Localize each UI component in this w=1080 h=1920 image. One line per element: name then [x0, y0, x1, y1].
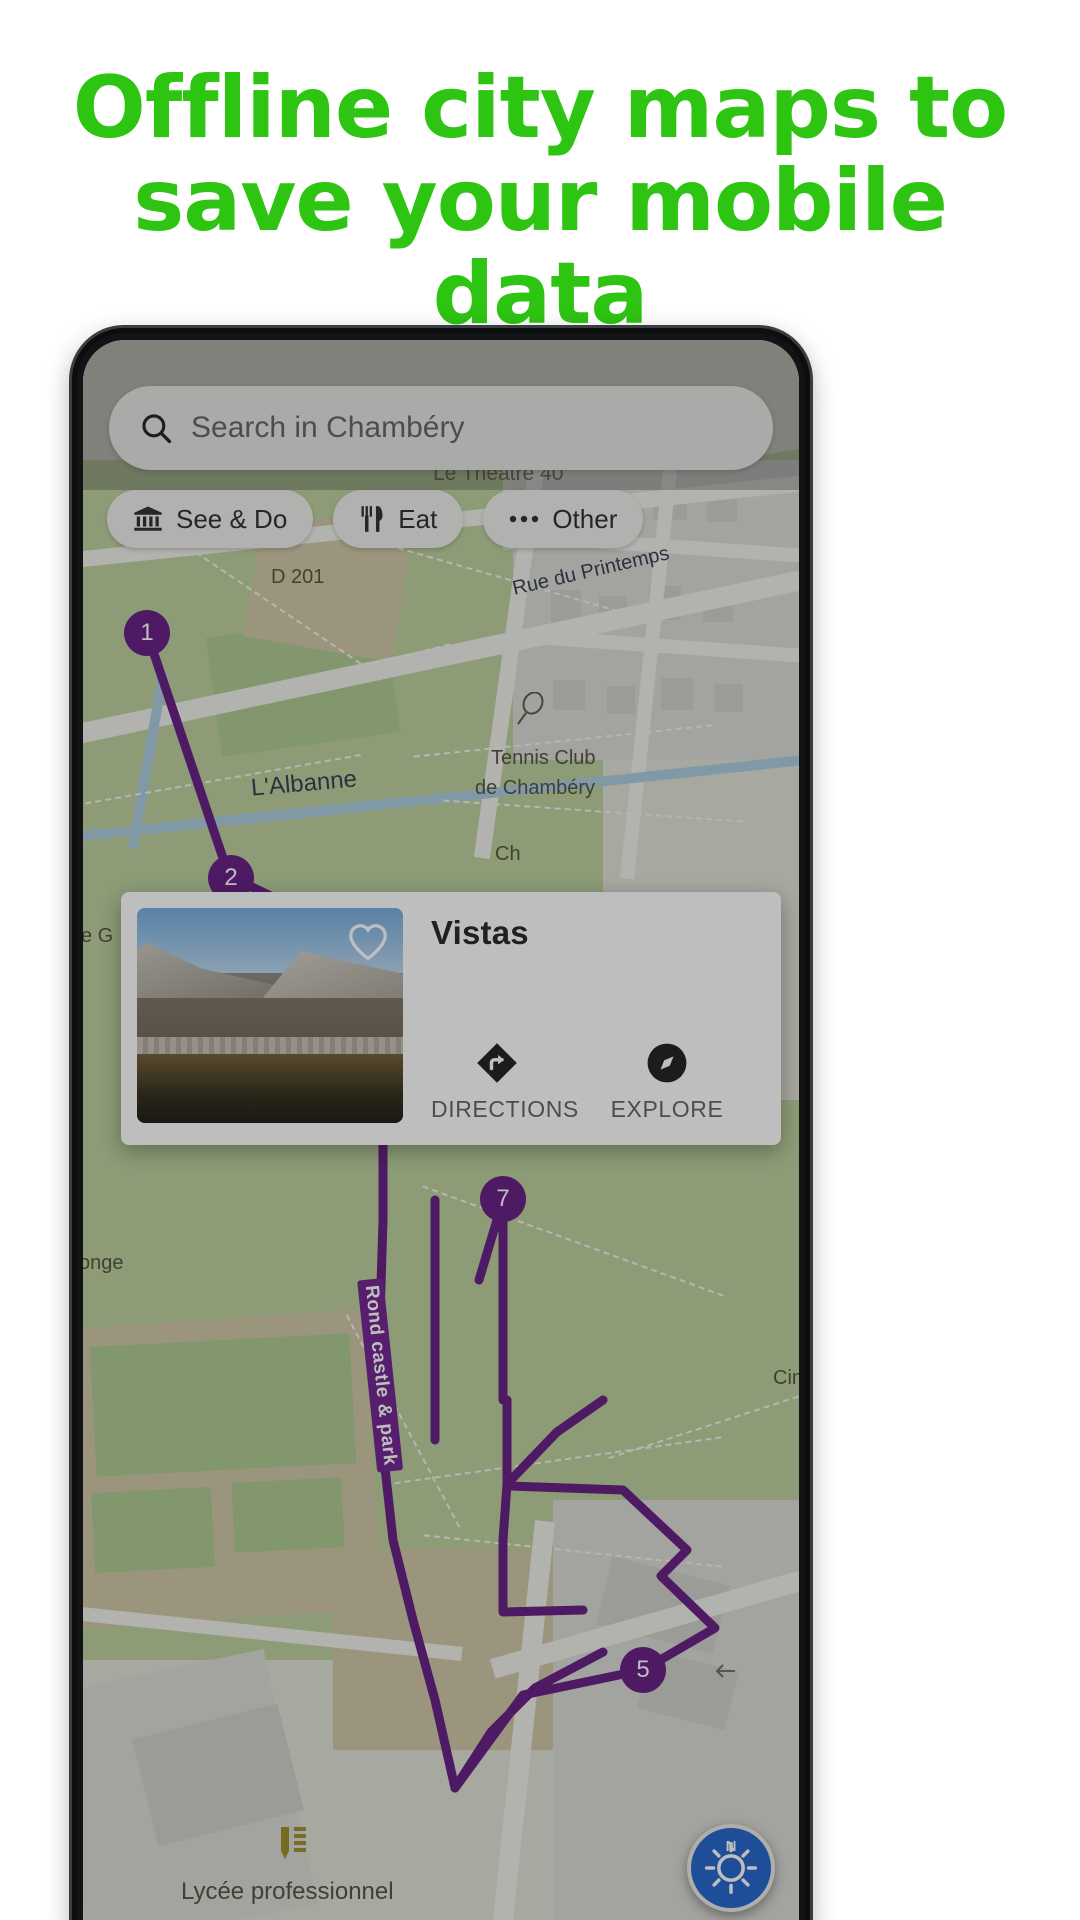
chip-label: Eat — [398, 503, 438, 534]
headline-line-1: Offline city maps to — [72, 58, 1008, 158]
phone-mockup: Le Théâtre 40 D 201 Rue du Printemps Ten… — [72, 328, 810, 1920]
museum-icon — [134, 506, 162, 531]
ellipsis-icon — [510, 515, 539, 523]
search-input[interactable]: Search in Chambéry — [191, 411, 464, 445]
poi-card[interactable]: Vistas DIRECTIONS EXPLORE — [121, 892, 781, 1145]
route-marker[interactable]: 7 — [480, 1176, 526, 1222]
directions-label: DIRECTIONS — [431, 1096, 579, 1122]
chip-eat[interactable]: Eat — [333, 490, 464, 548]
headline-line-2: save your mobile data — [133, 150, 948, 344]
explore-label: EXPLORE — [610, 1096, 724, 1122]
heart-outline-icon[interactable] — [346, 920, 390, 962]
poi-photo[interactable] — [137, 908, 403, 1123]
poi-title: Vistas — [431, 914, 529, 951]
directions-button[interactable]: DIRECTIONS — [431, 1038, 579, 1123]
fab-north-label: N — [725, 1838, 737, 1855]
page-title: Offline city maps to save your mobile da… — [0, 62, 1080, 341]
route-marker[interactable]: 5 — [620, 1647, 666, 1693]
category-chips: See & Do Eat Other — [107, 490, 644, 548]
chip-label: See & Do — [176, 503, 288, 534]
chip-other[interactable]: Other — [483, 490, 644, 548]
promo-screenshot: Offline city maps to save your mobile da… — [0, 0, 1080, 1920]
directions-icon — [477, 1043, 517, 1083]
compass-icon — [647, 1043, 687, 1083]
explore-button[interactable]: EXPLORE — [601, 1038, 733, 1123]
route-marker[interactable]: 1 — [124, 610, 170, 656]
phone-screen: Le Théâtre 40 D 201 Rue du Printemps Ten… — [83, 340, 799, 1920]
search-bar[interactable]: Search in Chambéry — [109, 386, 773, 470]
poi-actions: DIRECTIONS EXPLORE — [431, 1038, 733, 1123]
poi-card-body: Vistas DIRECTIONS EXPLORE — [403, 908, 765, 1129]
compass-fab-button[interactable]: N — [687, 1824, 775, 1912]
chip-label: Other — [552, 503, 618, 534]
search-icon — [142, 414, 172, 444]
fork-knife-icon — [361, 506, 383, 532]
chip-see-and-do[interactable]: See & Do — [107, 490, 314, 548]
